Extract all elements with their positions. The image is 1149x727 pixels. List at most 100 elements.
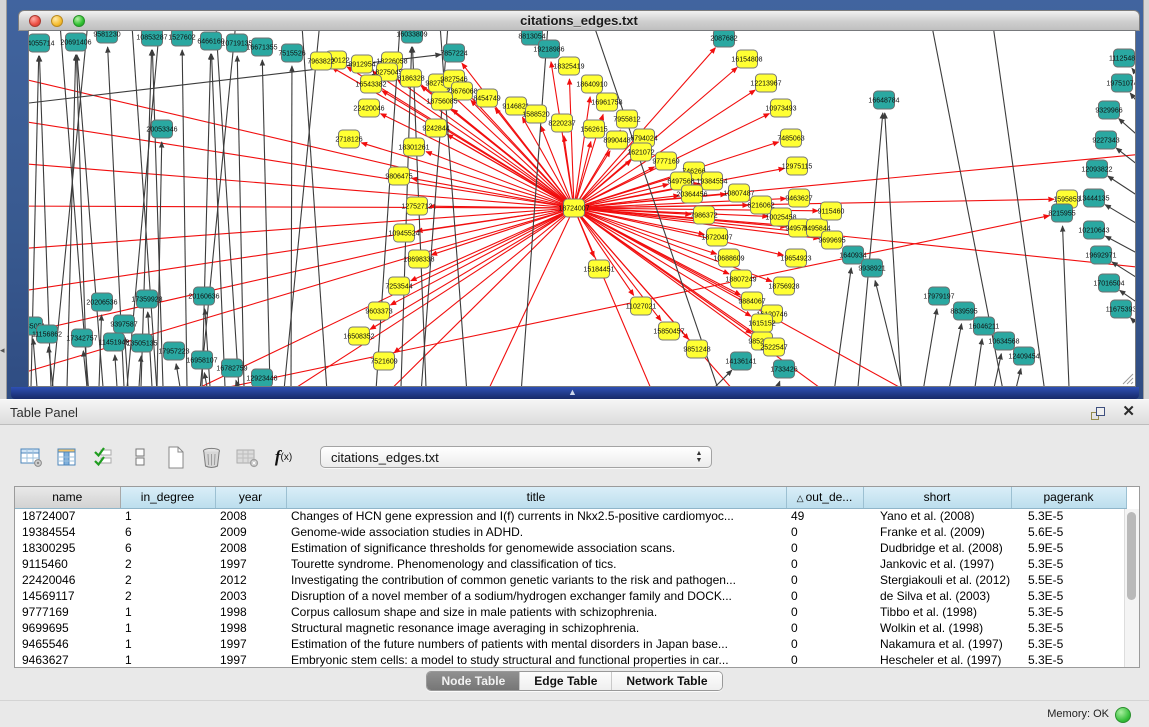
graph-node[interactable]: 18720407 [701,228,732,246]
column-header-out-degree[interactable]: △out_de... [786,487,863,508]
graph-node[interactable]: 7963822 [307,52,334,70]
graph-node[interactable]: 8839595 [950,302,977,320]
table-row[interactable]: 946554611997Estimation of the future num… [15,636,1126,652]
graph-node[interactable]: 9242844 [422,119,449,137]
select-rows-icon[interactable] [90,444,117,471]
graph-node[interactable]: 8215955 [1048,204,1075,222]
collapse-west-panel-icon[interactable]: ◂ [0,346,5,355]
graph-node[interactable]: 7485063 [777,129,804,147]
graph-edge[interactable] [1130,93,1135,131]
graph-edge[interactable] [681,370,732,386]
graph-edge[interactable] [1063,226,1069,386]
graph-edge[interactable] [551,62,574,208]
graph-edge[interactable] [411,208,574,281]
graph-edge[interactable] [431,208,574,255]
graph-edge[interactable] [115,355,117,386]
graph-edge[interactable] [212,54,225,386]
graph-node[interactable]: 19654923 [780,249,811,267]
graph-edge[interactable] [1105,205,1135,238]
row-height-icon[interactable] [126,444,153,471]
graph-edge[interactable] [33,339,37,386]
table-selector-combobox[interactable]: citations_edges.txt ▲▼ [320,446,712,468]
graph-edge[interactable] [157,142,162,386]
graph-node[interactable]: 16046211 [969,317,1000,335]
scrollbar-thumb[interactable] [1127,512,1136,600]
graph-edge[interactable] [413,47,426,386]
network-canvas[interactable]: 1872400789601228912954182260581827504516… [29,31,1135,386]
modify-table-icon[interactable] [18,444,45,471]
graph-edge[interactable] [830,268,851,386]
graph-node[interactable]: 2522547 [760,338,787,356]
table-row[interactable]: 969969511998Structural magnetic resonanc… [15,620,1126,636]
graph-node[interactable]: 15850457 [653,322,684,340]
table-row[interactable]: 1872400712008Changes of HCN gene express… [15,508,1126,524]
table-row[interactable]: 946362711997Embryonic stem cells: a mode… [15,652,1126,668]
graph-node[interactable]: 7955812 [613,110,640,128]
graph-node[interactable]: 10210643 [1078,221,1109,239]
graph-node[interactable]: 9397587 [110,315,137,333]
graph-edge[interactable] [197,31,236,386]
graph-edge[interactable] [1131,318,1135,346]
memory-status-indicator[interactable] [1115,707,1131,723]
graph-node[interactable]: 9938921 [858,259,885,277]
graph-node[interactable]: 8990448 [603,131,630,149]
graph-node[interactable]: 10807487 [723,184,754,202]
graph-edge[interactable] [1008,369,1021,386]
graph-edge[interactable] [401,47,412,386]
graph-node[interactable]: 12213967 [750,74,781,92]
graph-node[interactable]: 16671355 [246,38,277,56]
graph-node[interactable]: 12923448 [246,369,277,386]
new-document-icon[interactable] [162,444,189,471]
graph-node[interactable]: 16154808 [731,50,762,68]
graph-node[interactable]: 12093822 [1081,160,1112,178]
graph-node[interactable]: 18756928 [768,277,799,295]
tab-edge-table[interactable]: Edge Table [519,672,611,690]
graph-node[interactable]: 11027021 [626,297,657,315]
graph-node[interactable]: 7515526 [278,44,305,62]
tab-network-table[interactable]: Network Table [611,672,721,690]
graph-node[interactable]: 9463627 [785,189,812,207]
graph-node[interactable]: 8912954 [348,55,375,73]
column-header-year[interactable]: year [215,487,286,508]
graph-edge[interactable] [574,199,1054,208]
graph-node[interactable]: 10945524 [388,224,419,242]
graph-node[interactable]: 12975115 [782,157,813,175]
table-row[interactable]: 1830029562008Estimation of significance … [15,540,1126,556]
column-header-pagerank[interactable]: pagerank [1011,487,1126,508]
graph-node[interactable]: 16958107 [186,351,217,369]
graph-node[interactable]: 12409454 [1008,347,1039,365]
column-header-short[interactable]: short [863,487,1011,508]
column-header-in-degree[interactable]: in_degree [120,487,215,508]
graph-node[interactable]: 9329966 [1095,101,1122,119]
graph-edge[interactable] [1119,119,1135,156]
graph-edge[interactable] [574,208,664,386]
graph-node[interactable]: 20206536 [86,293,117,311]
graph-node[interactable]: 9581230 [93,31,120,43]
graph-node[interactable]: 6466160 [197,32,224,50]
graph-node[interactable]: 11156862 [32,325,62,343]
graph-edge[interactable] [237,56,244,386]
graph-node[interactable]: 9777169 [652,152,679,170]
graph-edge[interactable] [875,281,910,386]
resize-grip-icon[interactable] [1123,374,1133,384]
graph-edge[interactable] [29,162,574,208]
graph-node[interactable]: 11451942 [99,333,130,351]
graph-node[interactable]: 15184451 [583,260,614,278]
graph-node[interactable]: 16033809 [396,31,427,43]
graph-node[interactable]: 17979197 [923,287,954,305]
float-panel-icon[interactable] [1089,405,1105,421]
graph-node[interactable]: 8454749 [473,89,500,107]
graph-node[interactable]: 9806475 [385,167,412,185]
vertical-scrollbar[interactable] [1124,509,1139,667]
table-row[interactable]: 911546021997Tourette syndrome. Phenomeno… [15,556,1126,572]
graph-node[interactable]: 2087682 [710,31,737,47]
graph-edge[interactable] [205,309,210,386]
graph-edge[interactable] [121,208,574,386]
graph-edge[interactable] [204,373,207,386]
column-header-name[interactable]: name [15,487,120,508]
graph-node[interactable]: 9603373 [365,302,392,320]
graph-node[interactable]: 14055714 [29,34,55,52]
graph-node[interactable]: 11125480 [1109,49,1135,67]
graph-node[interactable]: 9227343 [1092,131,1119,149]
graph-edge[interactable] [291,66,292,386]
